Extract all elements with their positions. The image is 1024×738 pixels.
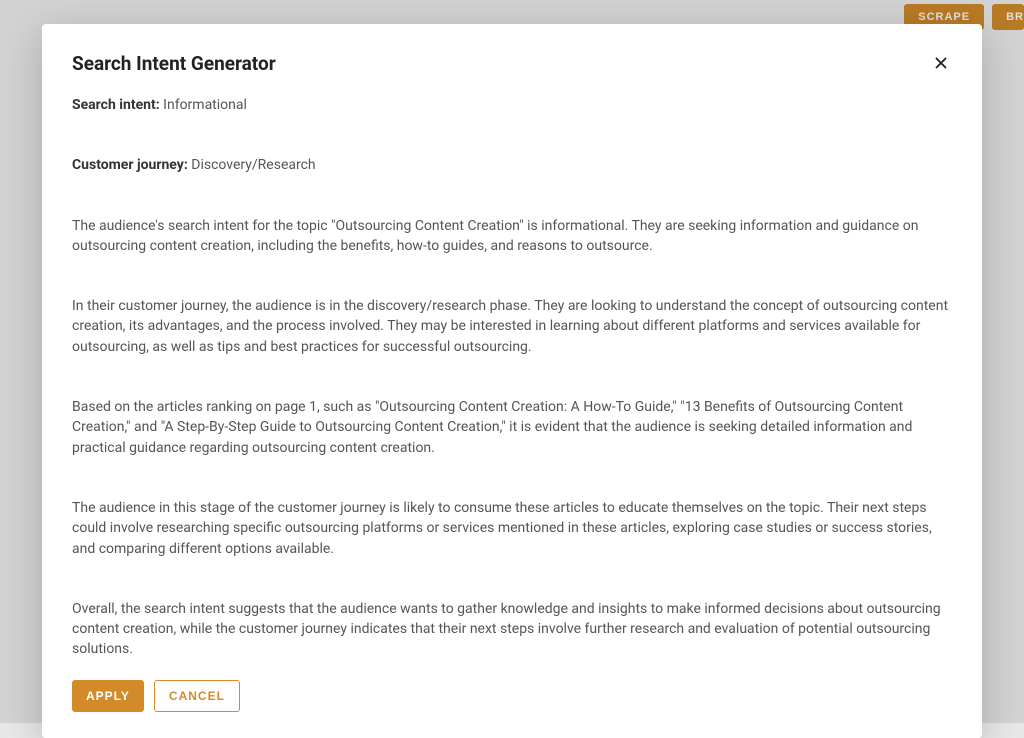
modal-overlay[interactable]: Search Intent Generator Search intent: I… [0,0,1024,723]
search-intent-value: Informational [163,97,247,113]
modal-content: Search intent: Informational Customer jo… [72,95,952,660]
search-intent-line: Search intent: Informational [72,95,952,115]
modal-header: Search Intent Generator [72,52,952,75]
search-intent-modal: Search Intent Generator Search intent: I… [42,24,982,738]
modal-footer: APPLY CANCEL [72,680,952,712]
paragraph-5: Overall, the search intent suggests that… [72,599,952,660]
close-icon [932,54,950,72]
search-intent-label: Search intent: [72,97,160,113]
customer-journey-value: Discovery/Research [191,157,315,173]
paragraph-3: Based on the articles ranking on page 1,… [72,397,952,458]
close-button[interactable] [930,52,952,74]
paragraph-2: In their customer journey, the audience … [72,296,952,357]
cancel-button[interactable]: CANCEL [154,680,240,712]
customer-journey-label: Customer journey: [72,157,188,173]
apply-button[interactable]: APPLY [72,680,144,712]
paragraph-4: The audience in this stage of the custom… [72,498,952,559]
paragraph-1: The audience's search intent for the top… [72,216,952,257]
customer-journey-line: Customer journey: Discovery/Research [72,155,952,175]
modal-title: Search Intent Generator [72,52,276,75]
